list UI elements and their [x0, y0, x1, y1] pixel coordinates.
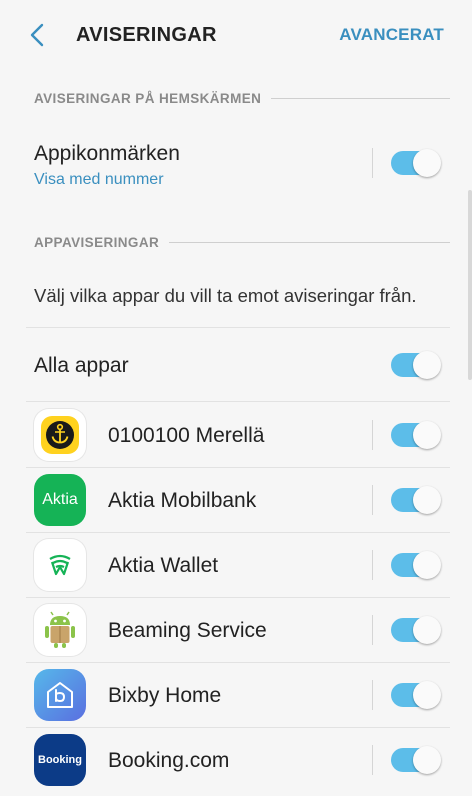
aktia-icon: Aktia: [34, 474, 86, 526]
app-name: Beaming Service: [108, 619, 267, 642]
vertical-separator: [372, 745, 373, 775]
app-icon: [34, 669, 86, 721]
vertical-separator: [372, 148, 373, 178]
app-badges-label: Appikonmärken: [34, 142, 180, 165]
toggle-knob: [413, 551, 441, 579]
toggle-knob: [413, 149, 441, 177]
scrollbar[interactable]: [468, 190, 472, 380]
app-name: Booking.com: [108, 749, 230, 772]
section-header-label: AVISERINGAR PÅ HEMSKÄRMEN: [34, 91, 262, 106]
section-divider: [271, 98, 450, 99]
app-row[interactable]: Aktia Aktia Mobilbank: [0, 468, 472, 532]
app-name: Bixby Home: [108, 684, 222, 707]
page-title: AVISERINGAR: [76, 24, 217, 46]
app-toggle[interactable]: [391, 486, 441, 514]
section-header-label: APPAVISERINGAR: [34, 235, 160, 250]
app-icon: [34, 539, 86, 591]
app-row[interactable]: Beaming Service: [0, 598, 472, 662]
toggle-knob: [413, 746, 441, 774]
vertical-separator: [372, 550, 373, 580]
app-badges-row[interactable]: Appikonmärken Visa med nummer: [0, 130, 472, 200]
apps-description: Välj vilka appar du vill ta emot aviseri…: [34, 285, 417, 306]
advanced-button[interactable]: AVANCERAT: [339, 25, 444, 45]
app-icon: [34, 409, 86, 461]
wallet-wifi-icon: [49, 554, 71, 576]
section-divider: [169, 242, 450, 243]
app-toggle[interactable]: [391, 681, 441, 709]
app-name: 0100100 Merellä: [108, 424, 265, 447]
aktia-icon-text: Aktia: [42, 491, 78, 508]
vertical-separator: [372, 615, 373, 645]
app-name: Aktia Wallet: [108, 554, 219, 577]
chevron-left-icon: [30, 23, 44, 47]
all-apps-toggle[interactable]: [391, 351, 441, 379]
booking-icon-text: Booking: [38, 754, 82, 766]
back-button[interactable]: [26, 22, 48, 48]
booking-icon: Booking: [34, 734, 86, 786]
app-name: Aktia Mobilbank: [108, 489, 257, 512]
app-bar: AVISERINGAR AVANCERAT: [0, 0, 472, 70]
toggle-knob: [413, 421, 441, 449]
section-header-apps: APPAVISERINGAR: [34, 235, 450, 250]
app-row[interactable]: Aktia Wallet: [0, 533, 472, 597]
app-toggle[interactable]: [391, 746, 441, 774]
vertical-separator: [372, 485, 373, 515]
vertical-separator: [372, 680, 373, 710]
toggle-knob: [413, 486, 441, 514]
app-row[interactable]: Bixby Home: [0, 663, 472, 727]
vertical-separator: [372, 420, 373, 450]
app-toggle[interactable]: [391, 616, 441, 644]
app-row[interactable]: 0100100 Merellä: [0, 403, 472, 467]
app-badges-toggle[interactable]: [391, 149, 441, 177]
toggle-knob: [413, 351, 441, 379]
row-divider: [26, 327, 450, 328]
android-box-icon: [45, 611, 75, 648]
row-divider: [26, 401, 450, 402]
toggle-knob: [413, 616, 441, 644]
all-apps-label: Alla appar: [34, 354, 129, 377]
app-toggle[interactable]: [391, 421, 441, 449]
toggle-knob: [413, 681, 441, 709]
section-header-home: AVISERINGAR PÅ HEMSKÄRMEN: [34, 91, 450, 106]
all-apps-row[interactable]: Alla appar: [0, 335, 472, 397]
app-toggle[interactable]: [391, 551, 441, 579]
app-icon: [34, 604, 86, 656]
app-badges-sublabel[interactable]: Visa med nummer: [34, 171, 164, 189]
anchor-icon: [41, 416, 79, 454]
app-row[interactable]: Booking Booking.com: [0, 728, 472, 792]
bixby-home-icon: [47, 682, 73, 708]
